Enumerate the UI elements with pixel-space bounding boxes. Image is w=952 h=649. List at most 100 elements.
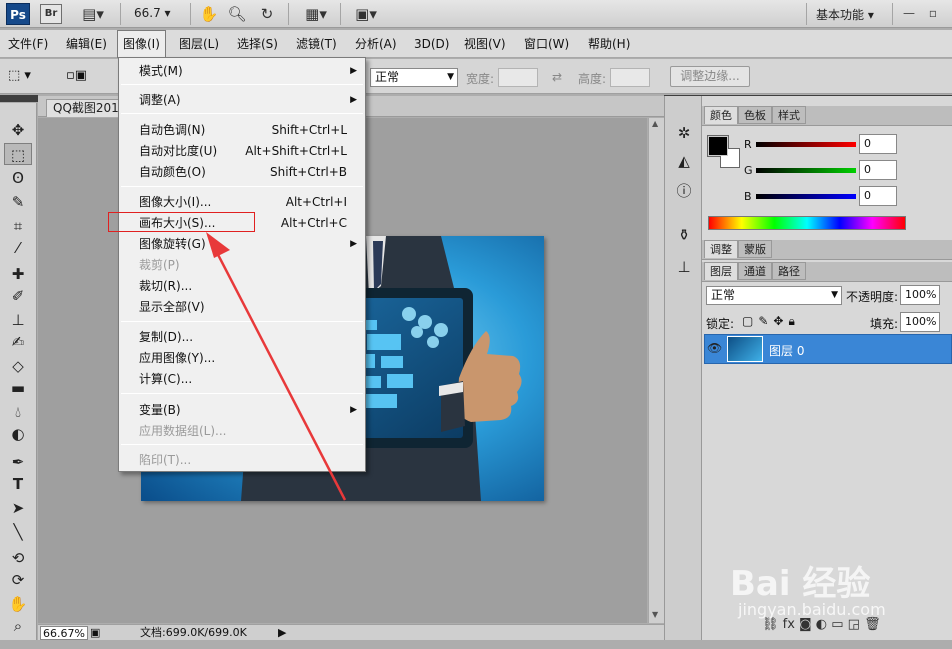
zoom-status[interactable]: 66.67% [40, 626, 88, 640]
toolbox-collapse-strip[interactable] [0, 95, 38, 102]
tab-channels[interactable]: 通道 [738, 262, 772, 280]
3d-rotate-tool-icon[interactable]: ⟲ [4, 547, 32, 569]
red-value-input[interactable]: 0 [859, 134, 897, 154]
line-tool-icon[interactable]: ╲ [4, 521, 32, 543]
layer-name[interactable]: 图层 0 [769, 342, 804, 359]
eyedropper-tool-icon[interactable]: ⁄ [4, 237, 32, 259]
height-input[interactable] [610, 68, 650, 87]
lasso-tool-icon[interactable]: ʘ [4, 167, 32, 189]
arrange-documents-icon[interactable]: ▦▾ [296, 4, 336, 24]
opacity-input[interactable]: 100% [900, 285, 940, 305]
menu-edit[interactable]: 编辑(E) [61, 30, 112, 58]
menu-help[interactable]: 帮助(H) [583, 30, 635, 58]
brushes-icon[interactable]: ⚱ [672, 224, 696, 246]
clone-source-icon[interactable]: ⊥ [672, 256, 696, 278]
tab-styles[interactable]: 样式 [772, 106, 806, 124]
path-selection-tool-icon[interactable]: ➤ [4, 497, 32, 519]
vertical-scrollbar[interactable]: ▲ ▼ [648, 118, 664, 623]
blue-value-input[interactable]: 0 [859, 186, 897, 206]
menu-view[interactable]: 视图(V) [459, 30, 511, 58]
color-spectrum-ramp[interactable] [708, 216, 906, 230]
menu-layer[interactable]: 图层(L) [174, 30, 224, 58]
navigator-icon[interactable]: ✲ [672, 122, 696, 144]
move-tool-icon[interactable]: ✥ [4, 119, 32, 141]
hand-tool-icon[interactable]: ✋ [4, 593, 32, 615]
tab-paths[interactable]: 路径 [772, 262, 806, 280]
menu-item-reveal-all[interactable]: 显示全部(V) [119, 297, 365, 317]
refine-edge-button[interactable]: 调整边缘... [670, 66, 750, 87]
rotate-view-icon[interactable]: ↻ [254, 4, 280, 24]
bridge-button[interactable]: Br [40, 4, 62, 24]
menu-item-auto-tone[interactable]: 自动色调(N) Shift+Ctrl+L [119, 120, 365, 140]
scroll-up-icon[interactable]: ▲ [652, 119, 658, 128]
status-info-icon[interactable]: ▣ [90, 626, 100, 640]
gradient-tool-icon[interactable]: ▬ [4, 377, 32, 399]
menu-item-apply-image[interactable]: 应用图像(Y)... [119, 348, 365, 368]
selection-mode-icons[interactable]: ▫▣ [66, 68, 116, 86]
blur-tool-icon[interactable]: 💧︎ [4, 401, 32, 423]
brush-tool-icon[interactable]: ✐ [4, 285, 32, 307]
clone-stamp-tool-icon[interactable]: ⊥ [4, 309, 32, 331]
menu-window[interactable]: 窗口(W) [519, 30, 574, 58]
view-extras-icon[interactable]: ▤▾ [76, 4, 110, 24]
menu-item-calculations[interactable]: 计算(C)... [119, 369, 365, 389]
menu-item-image-size[interactable]: 图像大小(I)... Alt+Ctrl+I [119, 192, 365, 212]
dodge-tool-icon[interactable]: ◐ [4, 423, 32, 445]
hand-tool-icon[interactable]: ✋ [198, 4, 220, 24]
style-select[interactable]: 正常 ▼ [370, 68, 458, 87]
minimize-icon[interactable]: — [898, 4, 920, 22]
zoom-level[interactable]: 66.7 ▾ [134, 6, 171, 20]
scroll-down-icon[interactable]: ▼ [652, 610, 658, 619]
menu-analysis[interactable]: 分析(A) [350, 30, 402, 58]
tab-masks[interactable]: 蒙版 [738, 240, 772, 258]
red-slider[interactable] [756, 142, 856, 147]
menu-filter[interactable]: 滤镜(T) [291, 30, 342, 58]
tab-layers[interactable]: 图层 [704, 262, 738, 280]
crop-tool-icon[interactable]: ⌗ [4, 215, 32, 237]
menu-item-duplicate[interactable]: 复制(D)... [119, 327, 365, 347]
lock-options-icons[interactable]: ▢✎✥🔒︎ [742, 314, 800, 329]
healing-brush-tool-icon[interactable]: ✚ [4, 263, 32, 285]
tab-swatches[interactable]: 色板 [738, 106, 772, 124]
menu-file[interactable]: 文件(F) [3, 30, 53, 58]
menu-select[interactable]: 选择(S) [232, 30, 283, 58]
green-slider[interactable] [756, 168, 856, 173]
3d-orbit-tool-icon[interactable]: ⟳ [4, 569, 32, 591]
zoom-tool-icon[interactable]: ⌕ [4, 615, 32, 637]
menu-item-variables[interactable]: 变量(B) ▶ [119, 400, 365, 420]
blue-slider[interactable] [756, 194, 856, 199]
screen-mode-icon[interactable]: ▣▾ [346, 4, 386, 24]
maximize-icon[interactable]: ▫ [922, 4, 944, 22]
menu-3d[interactable]: 3D(D) [409, 30, 454, 58]
blend-mode-select[interactable]: 正常 ▼ [706, 286, 842, 305]
menu-item-mode[interactable]: 模式(M) ▶ [119, 61, 365, 81]
menu-item-auto-contrast[interactable]: 自动对比度(U) Alt+Shift+Ctrl+L [119, 141, 365, 161]
swap-icon[interactable]: ⇄ [552, 70, 562, 84]
visibility-eye-icon[interactable]: 👁︎ [707, 341, 722, 355]
menu-item-auto-color[interactable]: 自动颜色(O) Shift+Ctrl+B [119, 162, 365, 182]
green-value-input[interactable]: 0 [859, 160, 897, 180]
status-menu-icon[interactable]: ▶ [278, 626, 286, 640]
quick-selection-tool-icon[interactable]: ✎ [4, 191, 32, 213]
layer-row[interactable]: 👁︎ 图层 0 [704, 334, 952, 364]
eraser-tool-icon[interactable]: ◇ [4, 355, 32, 377]
menu-item-adjustments[interactable]: 调整(A) ▶ [119, 90, 365, 110]
history-brush-tool-icon[interactable]: ✍ [4, 331, 32, 353]
menu-item-trim[interactable]: 裁切(R)... [119, 276, 365, 296]
menu-image[interactable]: 图像(I) [117, 30, 166, 58]
tab-color[interactable]: 颜色 [704, 106, 738, 124]
histogram-icon[interactable]: ◭ [672, 150, 696, 172]
width-input[interactable] [498, 68, 538, 87]
foreground-color-front[interactable] [708, 136, 728, 156]
zoom-tool-icon[interactable]: 🔍︎ [226, 4, 248, 24]
workspace-switcher[interactable]: 基本功能 ▾ [816, 6, 874, 23]
pen-tool-icon[interactable]: ✒ [4, 451, 32, 473]
fill-input[interactable]: 100% [900, 312, 940, 332]
layers-footer-icons[interactable]: ⛓ fx ◙ ◐ ▭ ◲ 🗑︎ [762, 617, 881, 632]
info-icon[interactable]: ⓘ [672, 180, 696, 202]
menu-item-image-rotation[interactable]: 图像旋转(G) ▶ [119, 234, 365, 254]
marquee-preset-icon[interactable]: ⬚ ▾ [8, 68, 48, 86]
type-tool-icon[interactable]: T [4, 473, 32, 495]
tab-adjustments[interactable]: 调整 [704, 240, 738, 258]
marquee-tool-icon[interactable]: ⬚ [4, 143, 32, 165]
